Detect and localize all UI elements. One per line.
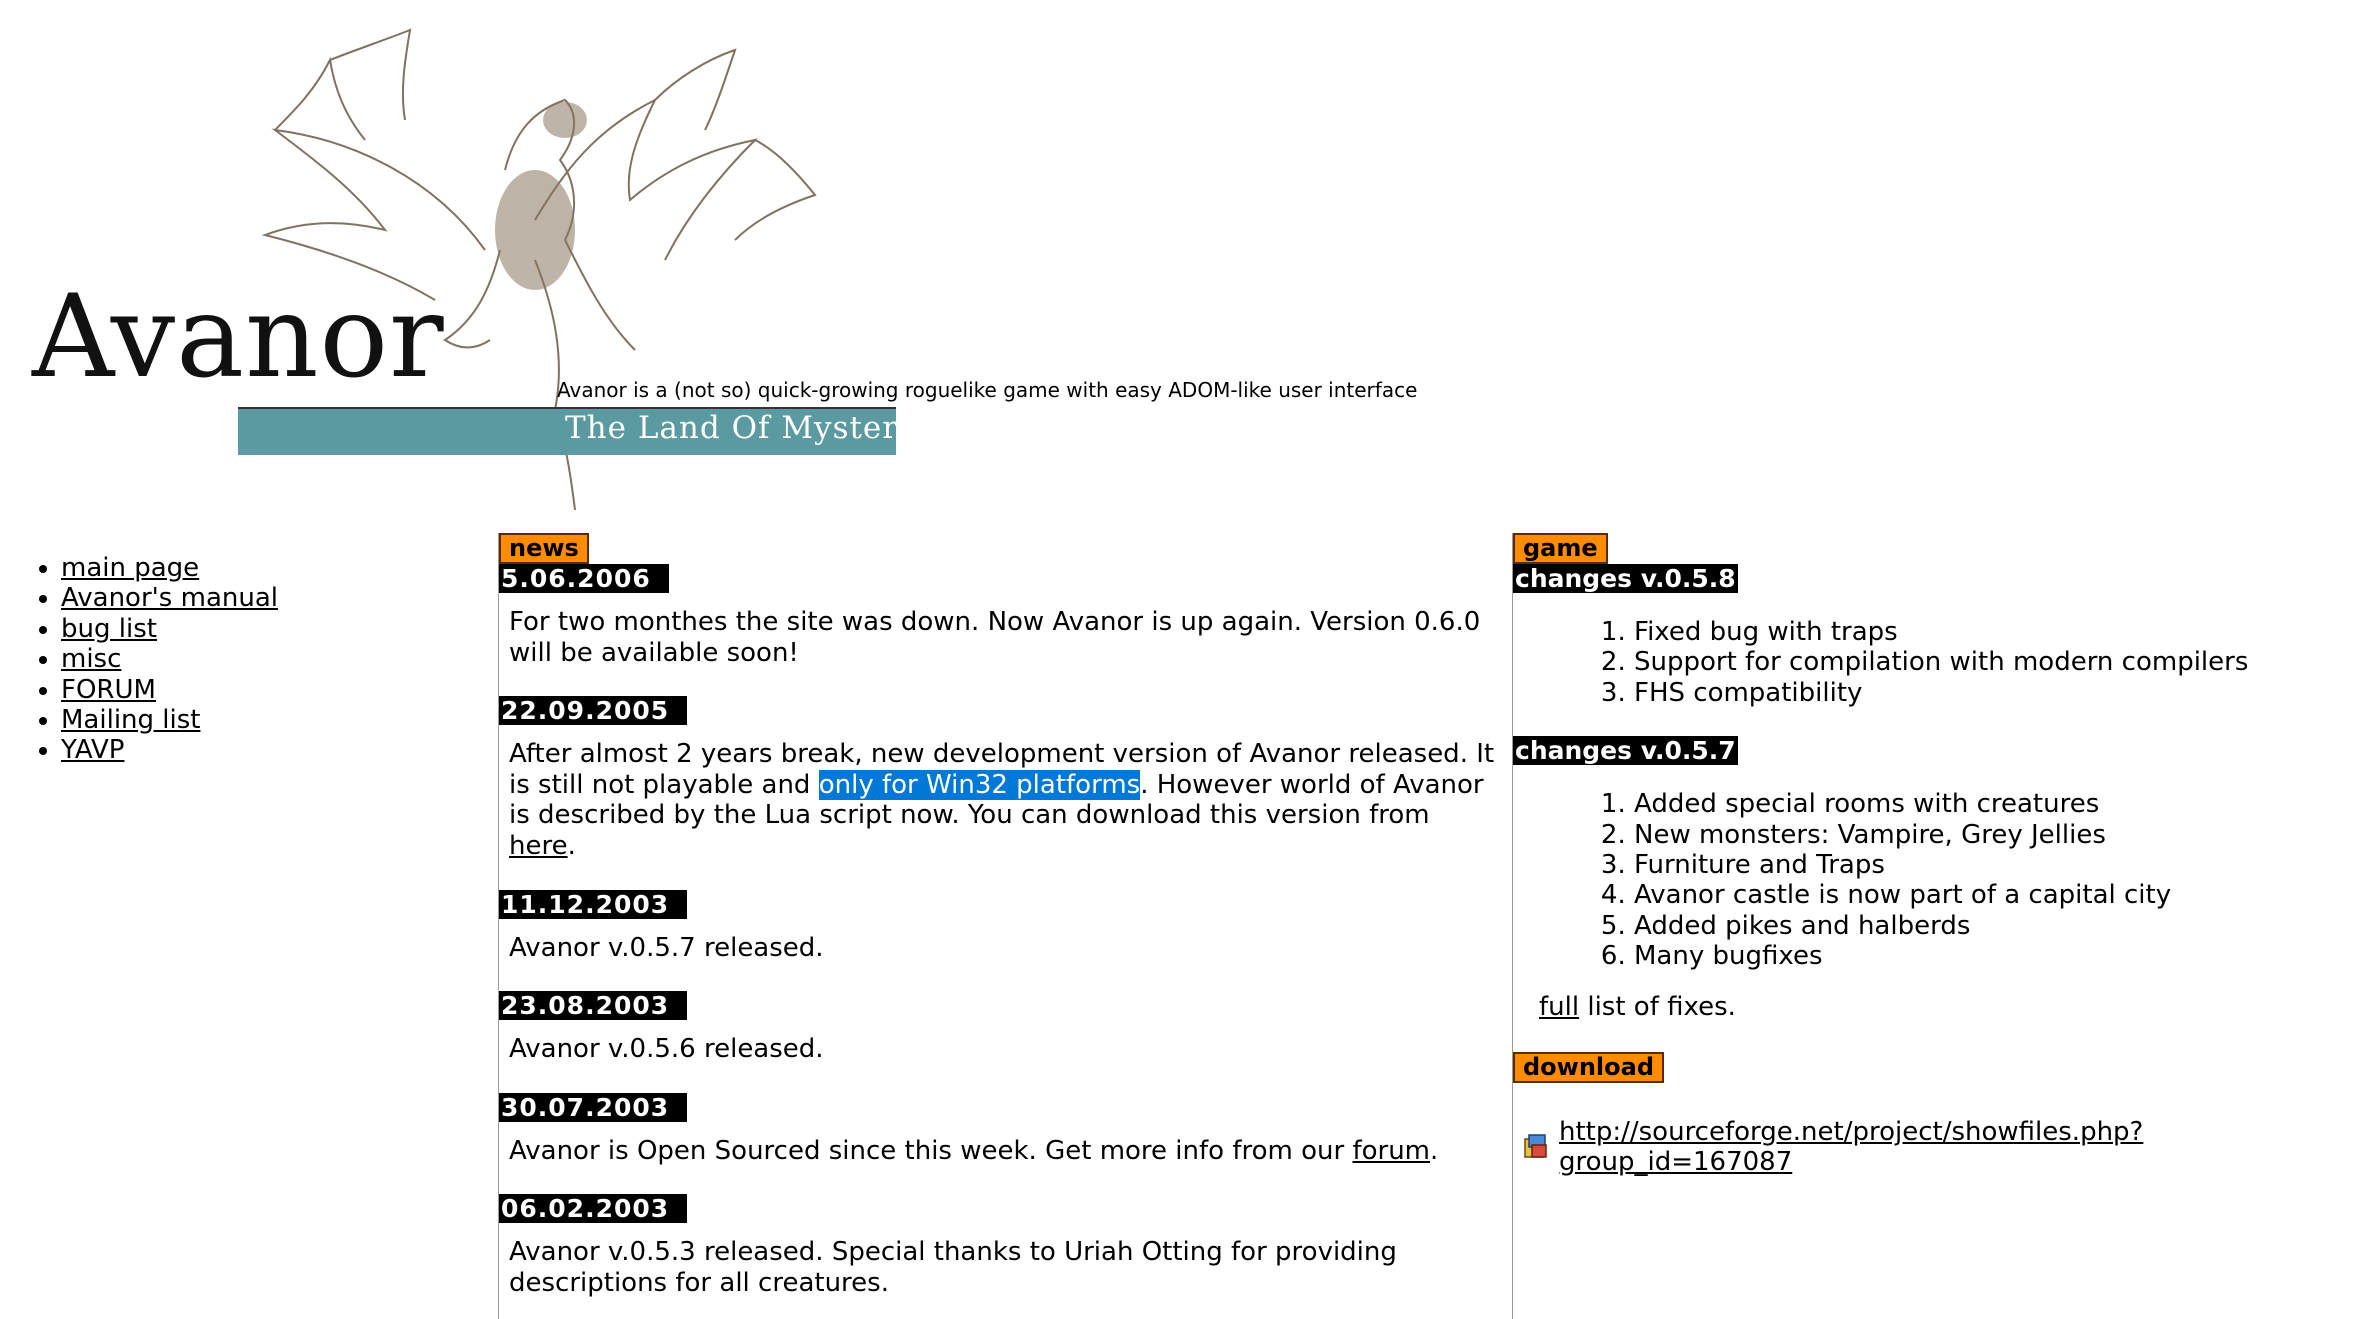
nav-item: Mailing list bbox=[61, 705, 278, 735]
site-tagline: Avanor is a (not so) quick-growing rogue… bbox=[557, 378, 1418, 402]
change-item: New monsters: Vampire, Grey Jellies bbox=[1634, 820, 2375, 850]
full-list-link[interactable]: full bbox=[1539, 992, 1579, 1022]
news-text-part: . bbox=[1430, 1135, 1439, 1166]
game-column: game changes v.0.5.8 Fixed bug with trap… bbox=[1512, 533, 2375, 1319]
selected-text[interactable]: only for Win32 platforms bbox=[818, 769, 1141, 800]
change-item: Many bugfixes bbox=[1634, 941, 2375, 971]
sourceforge-download-link[interactable]: http://sourceforge.net/project/showfiles… bbox=[1559, 1117, 2375, 1177]
change-item: Support for compilation with modern comp… bbox=[1634, 647, 2375, 677]
news-column: news 5.06.2006 For two monthes the site … bbox=[498, 533, 1509, 1319]
nav-item: YAVP bbox=[61, 735, 278, 765]
news-date: 30.07.2003 bbox=[499, 1092, 688, 1122]
change-item: Fixed bug with traps bbox=[1634, 617, 2375, 647]
news-date: 5.06.2006 bbox=[499, 564, 669, 593]
news-text: Avanor v.0.5.7 released. bbox=[509, 932, 824, 963]
news-text: Avanor is Open Sourced since this week. … bbox=[509, 1136, 1497, 1167]
news-text-part: . bbox=[567, 830, 576, 861]
changes-list: Added special rooms with creatures New m… bbox=[1513, 789, 2375, 971]
nav-link-main-page[interactable]: main page bbox=[61, 553, 199, 583]
version-heading: changes v.0.5.8 bbox=[1513, 564, 1738, 593]
changes-list: Fixed bug with traps Support for compila… bbox=[1513, 617, 2375, 708]
nav-link-misc[interactable]: misc bbox=[61, 644, 121, 674]
site-nav: main page Avanor's manual bug list misc … bbox=[33, 553, 278, 766]
game-section-tab: game bbox=[1513, 533, 1608, 564]
change-item: Furniture and Traps bbox=[1634, 850, 2375, 880]
change-item: FHS compatibility bbox=[1634, 678, 2375, 708]
change-item: Avanor castle is now part of a capital c… bbox=[1634, 880, 2375, 910]
change-item: Added special rooms with creatures bbox=[1634, 789, 2375, 819]
download-here-link[interactable]: here bbox=[509, 831, 568, 861]
nav-link-mailing-list[interactable]: Mailing list bbox=[61, 705, 200, 735]
full-fixes-line: full list of fixes. bbox=[1539, 992, 2375, 1022]
nav-item: bug list bbox=[61, 614, 278, 644]
nav-item: FORUM bbox=[61, 675, 278, 705]
nav-item: misc bbox=[61, 644, 278, 674]
download-section-tab: download bbox=[1513, 1051, 1665, 1083]
news-section-tab: news bbox=[499, 533, 589, 564]
nav-item: Avanor's manual bbox=[61, 583, 278, 613]
download-line: http://sourceforge.net/project/showfiles… bbox=[1521, 1117, 2375, 1177]
logo-subtitle: The Land Of Mystery bbox=[565, 410, 917, 446]
nav-link-yavp[interactable]: YAVP bbox=[61, 735, 124, 765]
news-text: Avanor v.0.5.3 released. Special thanks … bbox=[509, 1237, 1397, 1298]
package-icon bbox=[1524, 1133, 1547, 1158]
nav-link-manual[interactable]: Avanor's manual bbox=[61, 583, 278, 613]
change-item: Added pikes and halberds bbox=[1634, 911, 2375, 941]
news-text: After almost 2 years break, new developm… bbox=[509, 739, 1497, 861]
forum-link[interactable]: forum bbox=[1352, 1136, 1430, 1166]
news-date: 22.09.2005 bbox=[499, 696, 688, 726]
nav-item: main page bbox=[61, 553, 278, 583]
news-date: 06.02.2003 bbox=[499, 1194, 688, 1224]
news-text-part: Avanor is Open Sourced since this week. … bbox=[509, 1135, 1353, 1166]
nav-link-forum[interactable]: FORUM bbox=[61, 675, 156, 705]
news-date: 11.12.2003 bbox=[499, 889, 688, 919]
news-text: Avanor v.0.5.6 released. bbox=[509, 1034, 824, 1065]
news-text: For two monthes the site was down. Now A… bbox=[509, 607, 1481, 668]
nav-link-bug-list[interactable]: bug list bbox=[61, 614, 157, 644]
full-fixes-text: list of fixes. bbox=[1579, 991, 1736, 1022]
version-heading: changes v.0.5.7 bbox=[1513, 736, 1738, 766]
news-date: 23.08.2003 bbox=[499, 991, 688, 1021]
logo-wordmark: Avanor bbox=[32, 270, 445, 403]
